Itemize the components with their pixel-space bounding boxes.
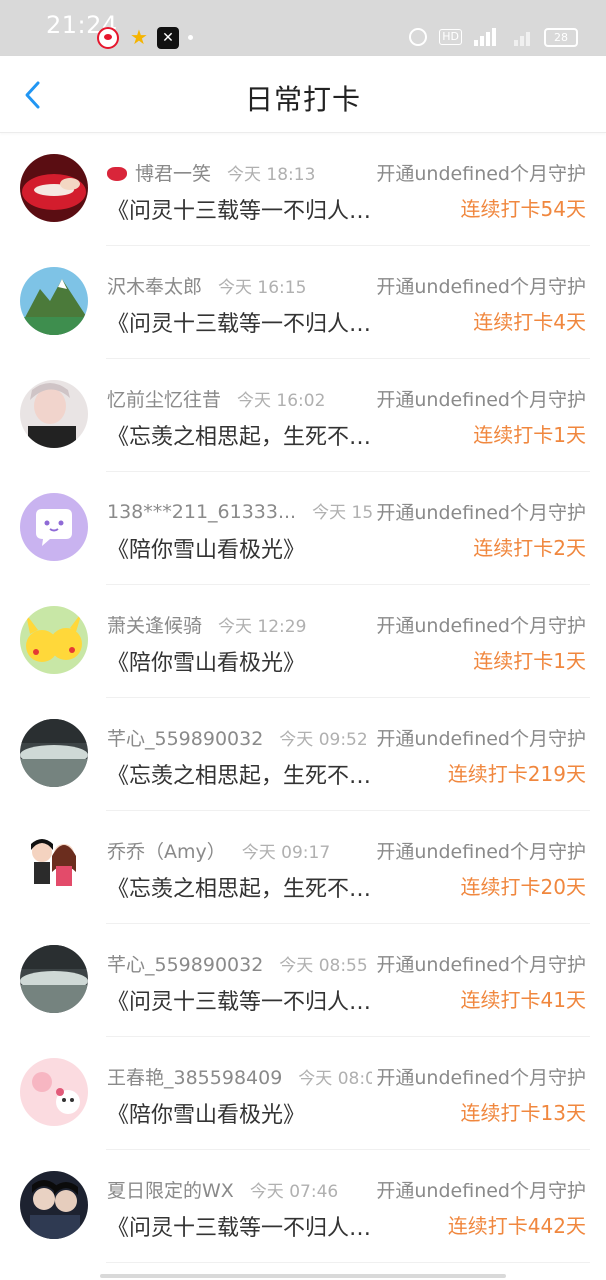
list-item[interactable]: 沢木奉太郎 今天 16:15 开通undefined个月守护 《问灵十三载等一不归… [0, 246, 606, 359]
user-name: 138***211_61333... [107, 501, 297, 523]
avatar [20, 606, 88, 674]
guard-label: 开通undefined个月守护 [372, 950, 586, 977]
guard-label: 开通undefined个月守护 [372, 385, 586, 412]
star-icon: ★ [130, 25, 148, 49]
status-icons: HD 28 [409, 25, 578, 49]
user-name: 王春艳_385598409 [107, 1067, 283, 1089]
checkin-time: 今天 07:46 [249, 1182, 339, 1202]
avatar [20, 154, 88, 222]
page-title: 日常打卡 [244, 83, 361, 116]
streak-count: 连续打卡2天 [473, 536, 586, 560]
avatar [20, 945, 88, 1013]
guard-label: 开通undefined个月守护 [372, 837, 586, 864]
name-line: 芊心_559890032 今天 09:52 [107, 724, 368, 750]
checkin-time: 今天 18:13 [227, 165, 316, 185]
wifi-off-icon [514, 28, 532, 46]
guard-label: 开通undefined个月守护 [372, 272, 586, 299]
checkin-time: 今天 08:55 [279, 956, 368, 976]
streak-count: 连续打卡41天 [460, 988, 586, 1012]
list-item[interactable]: 王春艳_385598409 今天 08:07 开通undefined个月守护 《陪… [0, 1037, 606, 1150]
list-item[interactable]: 138***211_61333... 今天 15:1 开通undefined个月守… [0, 472, 606, 585]
avatar [20, 380, 88, 448]
name-line: 138***211_61333... 今天 15:1 [107, 498, 390, 524]
name-line: 夏日限定的WX 今天 07:46 [107, 1176, 338, 1202]
checkin-title: 《陪你雪山看极光》 [107, 538, 306, 563]
checkin-time: 今天 16:15 [218, 278, 307, 298]
name-line: 忆前尘忆往昔 今天 16:02 [107, 385, 325, 411]
nav-bar: 日常打卡 [0, 56, 606, 133]
streak-count: 连续打卡1天 [473, 649, 586, 673]
status-bar: 21:24 ★ ✕ HD 28 [0, 0, 606, 56]
checkin-title: 《陪你雪山看极光》 [107, 1103, 306, 1128]
user-name: 芊心_559890032 [107, 954, 264, 976]
user-name: 萧关逢候骑 [107, 615, 203, 637]
name-line: 芊心_559890032 今天 08:55 [107, 950, 368, 976]
list-item[interactable]: 忆前尘忆往昔 今天 16:02 开通undefined个月守护 《忘羡之相思起，生… [0, 359, 606, 472]
user-name: 忆前尘忆往昔 [107, 389, 222, 411]
streak-count: 连续打卡219天 [447, 762, 586, 786]
checkin-time: 今天 09:17 [241, 843, 331, 863]
checkin-title: 《忘羡之相思起，生死不… [107, 425, 372, 450]
avatar [20, 493, 88, 561]
guard-label: 开通undefined个月守护 [372, 159, 586, 186]
hd-icon: HD [439, 29, 462, 45]
name-line: 博君一笑 今天 18:13 [107, 159, 315, 185]
list-item[interactable]: 夏日限定的WX 今天 07:46 开通undefined个月守护 《问灵十三载等一… [0, 1150, 606, 1263]
name-line: 乔乔（Amy） 今天 09:17 [107, 837, 330, 863]
checkin-time: 今天 12:29 [218, 617, 307, 637]
user-name: 乔乔（Amy） [107, 841, 226, 863]
guard-label: 开通undefined个月守护 [372, 611, 586, 638]
checkin-time: 今天 16:02 [237, 391, 326, 411]
capcut-icon: ✕ [157, 27, 179, 49]
checkin-title: 《忘羡之相思起，生死不… [107, 877, 372, 902]
avatar [20, 1058, 88, 1126]
user-name: 博君一笑 [135, 163, 212, 185]
guard-label: 开通undefined个月守护 [372, 1176, 586, 1203]
guard-label: 开通undefined个月守护 [372, 724, 586, 751]
checkin-title: 《问灵十三载等一不归人… [107, 312, 372, 337]
guard-label: 开通undefined个月守护 [372, 498, 586, 525]
guard-label: 开通undefined个月守护 [372, 1063, 586, 1090]
streak-count: 连续打卡20天 [460, 875, 586, 899]
user-name: 夏日限定的WX [107, 1180, 234, 1202]
avatar [20, 832, 88, 900]
list-item[interactable]: 芊心_559890032 今天 08:55 开通undefined个月守护 《问灵… [0, 924, 606, 1037]
streak-count: 连续打卡442天 [447, 1214, 586, 1238]
list-item[interactable]: 博君一笑 今天 18:13 开通undefined个月守护 《问灵十三载等一不归人… [0, 133, 606, 246]
battery-icon: 28 [544, 27, 578, 47]
list-item[interactable]: 芊心_559890032 今天 09:52 开通undefined个月守护 《忘羡… [0, 698, 606, 811]
checkin-title: 《问灵十三载等一不归人… [107, 1216, 372, 1241]
checkin-list: 博君一笑 今天 18:13 开通undefined个月守护 《问灵十三载等一不归人… [0, 133, 606, 1263]
list-item[interactable]: 乔乔（Amy） 今天 09:17 开通undefined个月守护 《忘羡之相思起，… [0, 811, 606, 924]
avatar [20, 267, 88, 335]
streak-count: 连续打卡1天 [473, 423, 586, 447]
name-line: 萧关逢候骑 今天 12:29 [107, 611, 306, 637]
list-item[interactable]: 萧关逢候骑 今天 12:29 开通undefined个月守护 《陪你雪山看极光》 … [0, 585, 606, 698]
weibo-icon [97, 27, 119, 49]
checkin-title: 《忘羡之相思起，生死不… [107, 764, 372, 789]
4g-signal-icon [474, 28, 502, 46]
streak-count: 连续打卡4天 [473, 310, 586, 334]
notification-dot-icon [188, 35, 193, 40]
checkin-time: 今天 09:52 [279, 730, 368, 750]
streak-count: 连续打卡54天 [460, 197, 586, 221]
alarm-icon [409, 28, 428, 46]
checkin-title: 《问灵十三载等一不归人… [107, 990, 372, 1015]
avatar [20, 1171, 88, 1239]
checkin-title: 《陪你雪山看极光》 [107, 651, 306, 676]
user-name: 芊心_559890032 [107, 728, 264, 750]
user-name: 沢木奉太郎 [107, 276, 203, 298]
checkin-title: 《问灵十三载等一不归人… [107, 199, 372, 224]
streak-count: 连续打卡13天 [460, 1101, 586, 1125]
name-line: 王春艳_385598409 今天 08:07 [107, 1063, 387, 1089]
home-indicator [100, 1274, 506, 1278]
name-line: 沢木奉太郎 今天 16:15 [107, 272, 306, 298]
avatar [20, 719, 88, 787]
lips-icon [107, 167, 127, 181]
